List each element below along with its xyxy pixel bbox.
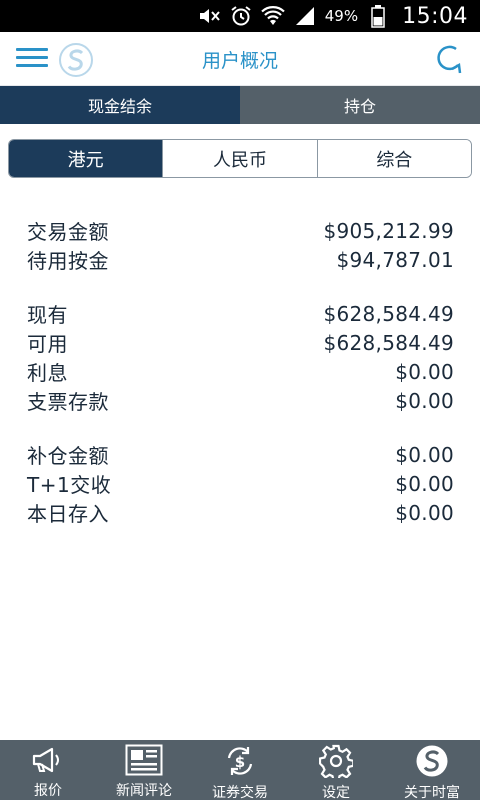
balance-value: $0.00 bbox=[395, 388, 454, 413]
megaphone-icon bbox=[28, 744, 68, 776]
segment-combined[interactable]: 综合 bbox=[316, 140, 471, 177]
balance-value: $94,787.01 bbox=[336, 247, 454, 272]
status-bar: 49% 15:04 bbox=[0, 0, 480, 32]
nav-label: 设定 bbox=[322, 785, 350, 800]
balance-value: $905,212.99 bbox=[323, 218, 454, 243]
balance-label: 补仓金额 bbox=[27, 444, 109, 468]
mute-icon bbox=[197, 4, 221, 28]
tab-cash-balance[interactable]: 现金结余 bbox=[0, 86, 240, 124]
balance-label: 可用 bbox=[27, 332, 68, 356]
balance-group-cash: 现有 $628,584.49 可用 $628,584.49 利息 $0.00 支… bbox=[27, 299, 454, 415]
tab-positions[interactable]: 持仓 bbox=[240, 86, 480, 124]
balance-value: $0.00 bbox=[395, 500, 454, 525]
balance-label: 交易金额 bbox=[27, 220, 109, 244]
balance-group-trading: 交易金额 $905,212.99 待用按金 $94,787.01 bbox=[27, 216, 454, 274]
segment-rmb[interactable]: 人民币 bbox=[162, 140, 317, 177]
newspaper-icon bbox=[124, 744, 164, 776]
nav-item-quotes[interactable]: 报价 bbox=[0, 740, 96, 800]
balance-row: 交易金额 $905,212.99 bbox=[27, 216, 454, 245]
balance-row: 补仓金额 $0.00 bbox=[27, 440, 454, 469]
top-tabs: 现金结余 持仓 bbox=[0, 86, 480, 124]
balance-value: $628,584.49 bbox=[323, 301, 454, 326]
svg-text:$: $ bbox=[235, 753, 245, 771]
balance-row: 本日存入 $0.00 bbox=[27, 498, 454, 527]
nav-item-settings[interactable]: 设定 bbox=[288, 740, 384, 800]
balance-value: $0.00 bbox=[395, 442, 454, 467]
nav-item-about[interactable]: 关于时富 bbox=[384, 740, 480, 800]
balance-row: 利息 $0.00 bbox=[27, 357, 454, 386]
signal-icon bbox=[293, 4, 317, 28]
balance-row: 支票存款 $0.00 bbox=[27, 386, 454, 415]
refresh-icon[interactable] bbox=[434, 42, 466, 76]
balance-value: $0.00 bbox=[395, 359, 454, 384]
balance-row: 现有 $628,584.49 bbox=[27, 299, 454, 328]
balance-label: T+1交收 bbox=[27, 473, 112, 497]
balance-value: $0.00 bbox=[395, 471, 454, 496]
balance-label: 现有 bbox=[27, 303, 68, 327]
nav-label: 证券交易 bbox=[212, 785, 268, 800]
page-title: 用户概况 bbox=[201, 50, 278, 72]
balance-list: 交易金额 $905,212.99 待用按金 $94,787.01 现有 $628… bbox=[27, 216, 454, 552]
balance-label: 本日存入 bbox=[27, 502, 109, 526]
wifi-icon bbox=[260, 4, 285, 28]
nav-label: 新闻评论 bbox=[116, 783, 172, 799]
dollar-exchange-icon: $ bbox=[220, 744, 260, 778]
nav-label: 关于时富 bbox=[404, 785, 460, 800]
app-header: 用户概况 bbox=[0, 32, 480, 86]
currency-segmented-control: 港元 人民币 综合 bbox=[8, 139, 472, 178]
balance-row: 可用 $628,584.49 bbox=[27, 328, 454, 357]
bottom-nav: 报价 新闻评论 $ 证券交易 设定 关于时富 bbox=[0, 740, 480, 800]
segment-hkd[interactable]: 港元 bbox=[9, 140, 163, 177]
balance-value: $628,584.49 bbox=[323, 330, 454, 355]
battery-percent: 49% bbox=[324, 7, 359, 25]
gear-icon bbox=[316, 744, 356, 778]
clock-time: 15:04 bbox=[402, 3, 468, 29]
balance-label: 支票存款 bbox=[27, 390, 109, 414]
balance-row: T+1交收 $0.00 bbox=[27, 469, 454, 498]
battery-icon bbox=[366, 4, 390, 28]
balance-label: 利息 bbox=[27, 361, 68, 385]
nav-label: 报价 bbox=[34, 783, 62, 799]
company-logo-icon bbox=[412, 744, 452, 778]
alarm-icon bbox=[229, 4, 253, 28]
nav-item-trading[interactable]: $ 证券交易 bbox=[192, 740, 288, 800]
balance-group-settlement: 补仓金额 $0.00 T+1交收 $0.00 本日存入 $0.00 bbox=[27, 440, 454, 527]
balance-row: 待用按金 $94,787.01 bbox=[27, 245, 454, 274]
balance-label: 待用按金 bbox=[27, 249, 109, 273]
nav-item-news[interactable]: 新闻评论 bbox=[96, 740, 192, 800]
